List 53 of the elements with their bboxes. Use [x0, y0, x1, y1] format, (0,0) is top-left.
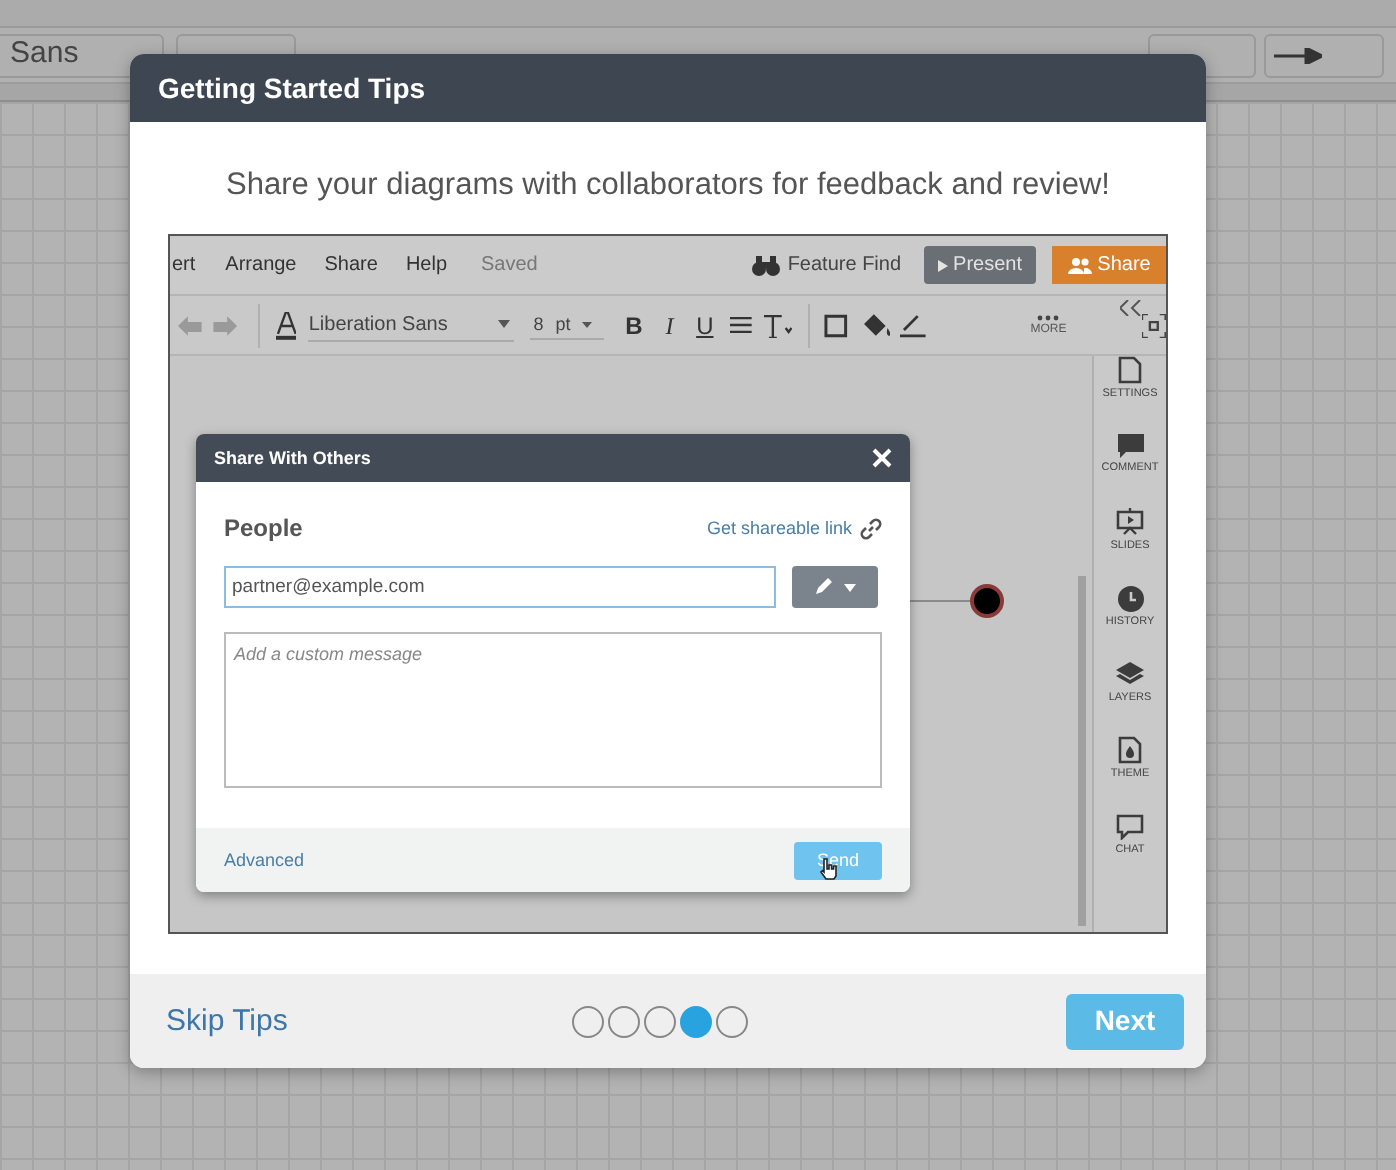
- link-icon: [860, 517, 882, 540]
- arrow-icon: [1274, 47, 1322, 63]
- feature-find-button[interactable]: Feature Find: [751, 250, 902, 281]
- font-size-value: 8: [531, 311, 544, 337]
- collapse-icon[interactable]: [1119, 300, 1141, 317]
- modal-title: Getting Started Tips: [158, 69, 426, 108]
- align-icon[interactable]: [730, 316, 753, 335]
- fit-screen-icon[interactable]: [1142, 313, 1166, 338]
- slides-icon: [1116, 508, 1144, 536]
- end-node: [970, 584, 1004, 619]
- comment-icon: [1117, 434, 1143, 458]
- tip-message: Share your diagrams with collaborators for feedback and review!: [226, 166, 1110, 206]
- menu-item[interactable]: Arrange: [211, 250, 311, 281]
- caret-icon: [844, 583, 856, 592]
- dialog-title: Share With Others: [214, 445, 371, 471]
- text-color-icon[interactable]: [275, 311, 297, 340]
- arrow-dropdown[interactable]: [1264, 33, 1384, 77]
- message-field[interactable]: Add a custom message: [224, 632, 882, 789]
- close-icon[interactable]: [872, 448, 892, 469]
- caret-icon: [582, 321, 593, 328]
- present-button[interactable]: Present: [923, 246, 1036, 285]
- rectangle-icon[interactable]: [821, 311, 850, 340]
- email-field[interactable]: partner@example.com: [224, 566, 776, 609]
- paint-bucket-icon[interactable]: [863, 313, 891, 338]
- connector-line: [910, 600, 972, 603]
- menu-item[interactable]: Help: [391, 250, 462, 281]
- people-icon: [1067, 257, 1092, 274]
- dots-icon: [1036, 313, 1061, 322]
- play-icon: [937, 259, 948, 272]
- document-icon: [1118, 356, 1142, 384]
- advanced-link[interactable]: Advanced: [224, 847, 305, 874]
- font-dropdown[interactable]: Liberation Sans: [308, 309, 514, 342]
- shareable-link[interactable]: Get shareable link: [706, 515, 882, 542]
- format-button[interactable]: I: [651, 307, 688, 344]
- layers-icon: [1116, 661, 1144, 687]
- save-status: Saved: [481, 252, 538, 281]
- permission-dropdown[interactable]: [792, 566, 878, 609]
- pencil-icon: [814, 578, 832, 597]
- theme-icon: [1118, 736, 1142, 764]
- font-size-unit: pt: [555, 311, 571, 338]
- caret-icon: [497, 320, 510, 329]
- section-heading: People: [224, 512, 303, 547]
- clock-icon: [1117, 585, 1143, 611]
- binoculars-icon: [751, 255, 780, 276]
- menu-item[interactable]: Share: [310, 250, 392, 281]
- menu-item[interactable]: ert: [170, 250, 212, 281]
- format-button[interactable]: B: [616, 307, 652, 344]
- text-size-icon[interactable]: [764, 313, 792, 338]
- font-size-dropdown[interactable]: 8 pt: [529, 311, 605, 340]
- skip-tips-link[interactable]: Skip Tips: [166, 999, 566, 1044]
- chat-icon: [1116, 813, 1144, 839]
- line-color-icon[interactable]: [900, 312, 927, 339]
- format-button[interactable]: U: [687, 307, 723, 344]
